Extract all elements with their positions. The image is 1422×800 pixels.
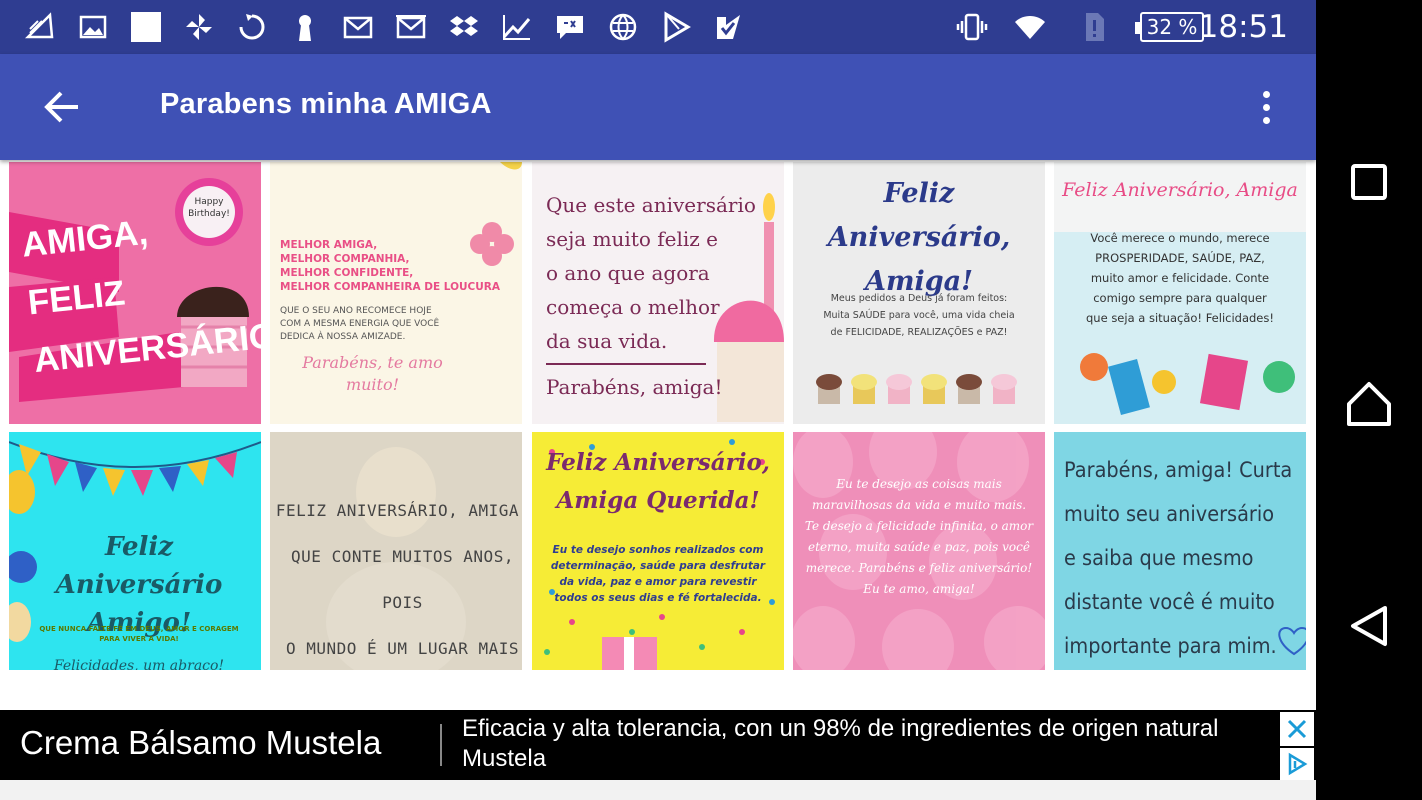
gmail-icon [393,10,429,44]
card-message: Que este aniversário seja muito feliz e … [546,193,756,353]
home-icon [1347,382,1391,426]
ad-choices-button[interactable] [1280,748,1314,780]
greeting-card-7[interactable]: FELIZ ANIVERSÁRIO, AMIGA! QUE CONTE MUIT… [270,432,522,670]
image-grid: AMIGA, FELIZ ANIVERSÁRIO Happy Birthday!… [0,160,1316,710]
greeting-card-10[interactable]: Parabéns, amiga! Curta muito seu anivers… [1054,432,1306,670]
greeting-card-2[interactable]: MELHOR AMIGA, MELHOR COMPANHIA, MELHOR C… [270,162,522,424]
greeting-card-9[interactable]: Eu te desejo as coisas mais maravilhosas… [793,432,1045,670]
card-title: Feliz Aniversário, Amiga [1062,179,1298,201]
card-signature: Felicidades, um abraço! [53,658,225,670]
card-subtitle: QUE NUNCA FALTE FÉ EM DEUS, AMOR E CORAG… [39,625,239,643]
card-title: Feliz Aniversário, Amiga! [827,178,1011,297]
card-signature: Parabéns, te amo muito! [302,353,443,394]
divider [546,363,706,365]
blank-square-icon [128,10,164,44]
battery-level: 32 % [1146,15,1198,39]
card-message: Parabéns, amiga! Curta muito seu anivers… [1064,458,1293,658]
status-bar: 32 % 18:51 [0,0,1316,54]
check-icon [711,10,747,44]
clock: 18:51 [1198,9,1288,45]
greeting-card-3[interactable]: Que este aniversário seja muito feliz e … [532,162,784,424]
greeting-card-5[interactable]: Feliz Aniversário, Amiga Você merece o m… [1054,162,1306,424]
greeting-card-4[interactable]: Feliz Aniversário, Amiga! Meus pedidos a… [793,162,1045,424]
bottom-strip [0,780,1316,800]
sync-icon [234,10,270,44]
gallery-icon [22,10,58,44]
more-vert-icon [1262,90,1270,98]
back-triangle-icon [1351,606,1387,646]
recents-square-icon [1351,164,1387,200]
card-subtitle: Eu te desejo sonhos realizados com deter… [550,544,766,604]
greeting-card-1[interactable]: AMIGA, FELIZ ANIVERSÁRIO Happy Birthday! [9,162,261,424]
image-icon [75,10,111,44]
card-message: FELIZ ANIVERSÁRIO, AMIGA! QUE CONTE MUIT… [275,501,522,658]
dropbox-icon [446,10,482,44]
back-button[interactable] [30,82,94,132]
card-signature: Parabéns, amiga! [546,375,723,399]
card-subtitle: Você merece o mundo, merece PROSPERIDADE… [1086,231,1274,325]
play-store-icon [658,10,694,44]
ad-title[interactable]: Crema Bálsamo Mustela [20,724,381,762]
trending-icon [499,10,535,44]
card-title: MELHOR AMIGA, MELHOR COMPANHIA, MELHOR C… [280,239,500,293]
recents-button[interactable] [1339,152,1399,212]
app-bar: Parabens minha AMIGA [0,54,1316,160]
globe-icon [605,10,641,44]
gmail-icon [340,10,376,44]
ad-close-button[interactable] [1280,712,1314,746]
card-title: Feliz Aniversário, Amiga Querida! [546,449,770,514]
battery-icon: 32 % [1135,12,1204,42]
no-sim-icon [1076,10,1112,44]
card-title: AMIGA, FELIZ ANIVERSÁRIO [19,212,261,381]
message-icon [552,10,588,44]
ad-banner[interactable]: Crema Bálsamo Mustela Eficacia y alta to… [0,710,1316,780]
navigation-bar [1316,0,1422,800]
card-subtitle: Meus pedidos a Deus já foram feitos: Mui… [823,293,1015,338]
close-icon [1287,719,1307,739]
card-badge: Happy Birthday! [188,197,230,219]
pinwheel-icon [181,10,217,44]
back-nav-button[interactable] [1339,596,1399,656]
ad-divider [440,724,442,766]
home-button[interactable] [1339,374,1399,434]
greeting-card-6[interactable]: Feliz Aniversário Amigo! QUE NUNCA FALTE… [9,432,261,670]
more-options-button[interactable] [1246,82,1286,132]
vibrate-icon [954,10,990,44]
greeting-card-8[interactable]: Feliz Aniversário, Amiga Querida! Eu te … [532,432,784,670]
wifi-icon [1012,10,1048,44]
card-message: Eu te desejo as coisas mais maravilhosas… [804,477,1034,596]
page-title: Parabens minha AMIGA [160,88,492,120]
adchoices-icon [1288,752,1308,776]
ad-text[interactable]: Eficacia y alta tolerancia, con un 98% d… [462,714,1262,774]
keyhole-icon [287,10,323,44]
arrow-left-icon [44,91,78,123]
card-subtitle: QUE O SEU ANO RECOMECE HOJE COM A MESMA … [280,306,440,342]
